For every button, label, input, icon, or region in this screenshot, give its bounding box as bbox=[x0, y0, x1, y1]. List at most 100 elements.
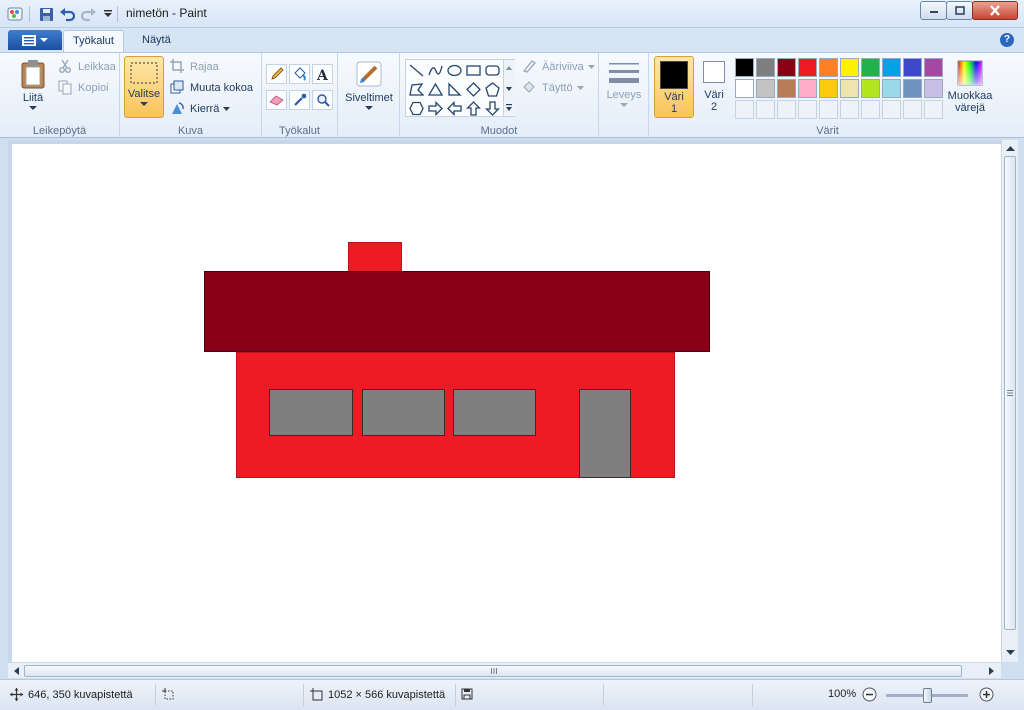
horizontal-scrollbar[interactable] bbox=[8, 662, 1001, 678]
palette-swatch[interactable] bbox=[840, 58, 859, 77]
paste-button[interactable]: Liitä bbox=[14, 59, 52, 111]
palette-swatch[interactable] bbox=[882, 58, 901, 77]
palette-swatch[interactable] bbox=[735, 79, 754, 98]
up-arrow-shape[interactable] bbox=[464, 99, 483, 118]
edit-colors-button[interactable]: Muokkaa värejä bbox=[945, 59, 995, 114]
down-arrow-shape[interactable] bbox=[483, 99, 502, 118]
palette-swatch[interactable] bbox=[756, 79, 775, 98]
oval-shape[interactable] bbox=[445, 61, 464, 80]
palette-swatch[interactable] bbox=[819, 58, 838, 77]
zoom-in-button[interactable] bbox=[979, 687, 994, 702]
colors-group-label: Värit bbox=[816, 125, 839, 137]
custom-color-slot[interactable] bbox=[819, 100, 838, 119]
vertical-scrollbar[interactable] bbox=[1001, 140, 1018, 662]
outline-button[interactable]: Ääriviiva bbox=[522, 59, 595, 75]
color-picker-tool[interactable] bbox=[289, 90, 310, 110]
custom-color-slot[interactable] bbox=[924, 100, 943, 119]
custom-color-slot[interactable] bbox=[798, 100, 817, 119]
magnifier-tool[interactable] bbox=[312, 90, 333, 110]
palette-swatch[interactable] bbox=[924, 58, 943, 77]
tab-tools[interactable]: Työkalut bbox=[63, 30, 124, 52]
copy-button[interactable]: Kopioi bbox=[58, 80, 109, 96]
hexagon-shape[interactable] bbox=[407, 99, 426, 118]
left-arrow-shape[interactable] bbox=[445, 99, 464, 118]
redo-icon[interactable] bbox=[80, 5, 98, 23]
brushes-button[interactable]: Siveltimet bbox=[342, 59, 396, 111]
chevron-down-icon bbox=[140, 102, 148, 106]
custom-color-slot[interactable] bbox=[903, 100, 922, 119]
close-button[interactable] bbox=[972, 1, 1018, 20]
polygon-shape[interactable] bbox=[407, 80, 426, 99]
palette-swatch[interactable] bbox=[924, 79, 943, 98]
pentagon-shape[interactable] bbox=[483, 80, 502, 99]
line-icon bbox=[409, 64, 424, 77]
eraser-tool[interactable] bbox=[266, 90, 287, 110]
custom-color-slot[interactable] bbox=[756, 100, 775, 119]
color2-button[interactable]: Väri 2 bbox=[698, 61, 730, 113]
pencil-tool[interactable] bbox=[266, 64, 287, 84]
custom-color-slot[interactable] bbox=[861, 100, 880, 119]
rectangle-shape[interactable] bbox=[464, 61, 483, 80]
palette-swatch[interactable] bbox=[840, 79, 859, 98]
cut-button[interactable]: Leikkaa bbox=[58, 59, 116, 75]
paint-app-icon[interactable] bbox=[6, 5, 24, 23]
resize-button[interactable]: Muuta kokoa bbox=[170, 80, 253, 96]
fill-button[interactable]: Täyttö bbox=[522, 80, 584, 96]
palette-swatch[interactable] bbox=[777, 58, 796, 77]
custom-color-slot[interactable] bbox=[735, 100, 754, 119]
size-button[interactable]: Leveys bbox=[604, 59, 644, 108]
color2-swatch bbox=[703, 61, 725, 83]
palette-swatch[interactable] bbox=[861, 79, 880, 98]
zoom-slider-thumb[interactable] bbox=[923, 688, 932, 703]
palette-swatch[interactable] bbox=[777, 79, 796, 98]
curve-shape[interactable] bbox=[426, 61, 445, 80]
triangle-shape[interactable] bbox=[426, 80, 445, 99]
palette-swatch[interactable] bbox=[861, 58, 880, 77]
pentagon-icon bbox=[485, 82, 500, 97]
palette-swatch[interactable] bbox=[903, 58, 922, 77]
rotate-button[interactable]: Kierrä bbox=[170, 101, 231, 117]
tab-view[interactable]: Näytä bbox=[133, 30, 180, 52]
custom-color-slot[interactable] bbox=[840, 100, 859, 119]
zoom-out-button[interactable] bbox=[862, 687, 877, 702]
line-shape[interactable] bbox=[407, 61, 426, 80]
tools-group-label: Työkalut bbox=[279, 125, 320, 137]
maximize-button[interactable] bbox=[946, 1, 973, 20]
application-menu-button[interactable] bbox=[8, 30, 62, 50]
cursor-position-text: 646, 350 kuvapistettä bbox=[28, 688, 133, 701]
color-palette bbox=[735, 57, 947, 121]
save-icon[interactable] bbox=[37, 5, 55, 23]
crosshair-icon bbox=[10, 688, 23, 701]
custom-color-slot[interactable] bbox=[777, 100, 796, 119]
text-tool[interactable]: A bbox=[312, 64, 333, 84]
help-icon[interactable]: ? bbox=[1000, 33, 1014, 47]
diamond-shape[interactable] bbox=[464, 80, 483, 99]
fill-tool[interactable] bbox=[289, 64, 310, 84]
customize-toolbar-icon[interactable] bbox=[99, 5, 117, 23]
palette-swatch[interactable] bbox=[798, 79, 817, 98]
palette-swatch[interactable] bbox=[798, 58, 817, 77]
oval-icon bbox=[447, 64, 462, 77]
palette-swatch[interactable] bbox=[903, 79, 922, 98]
right-triangle-shape[interactable] bbox=[445, 80, 464, 99]
shapes-scroll[interactable] bbox=[503, 60, 515, 116]
status-divider bbox=[752, 684, 753, 706]
chevron-down-icon bbox=[576, 85, 584, 90]
zoom-slider[interactable] bbox=[886, 688, 968, 703]
palette-swatch[interactable] bbox=[882, 79, 901, 98]
palette-swatch[interactable] bbox=[735, 58, 754, 77]
palette-swatch[interactable] bbox=[756, 58, 775, 77]
right-arrow-shape[interactable] bbox=[426, 99, 445, 118]
drawing-canvas[interactable] bbox=[12, 144, 1001, 662]
crop-button[interactable]: Rajaa bbox=[170, 59, 219, 75]
color1-button[interactable]: Väri 1 bbox=[654, 56, 694, 118]
horizontal-scroll-thumb[interactable] bbox=[24, 665, 962, 677]
palette-swatch[interactable] bbox=[819, 79, 838, 98]
custom-color-slot[interactable] bbox=[882, 100, 901, 119]
vertical-scroll-thumb[interactable] bbox=[1004, 156, 1016, 630]
select-button[interactable]: Valitse bbox=[124, 56, 164, 118]
minimize-button[interactable] bbox=[920, 1, 947, 20]
zoom-level: 100% bbox=[828, 688, 856, 700]
undo-icon[interactable] bbox=[58, 5, 76, 23]
rounded-rectangle-shape[interactable] bbox=[483, 61, 502, 80]
